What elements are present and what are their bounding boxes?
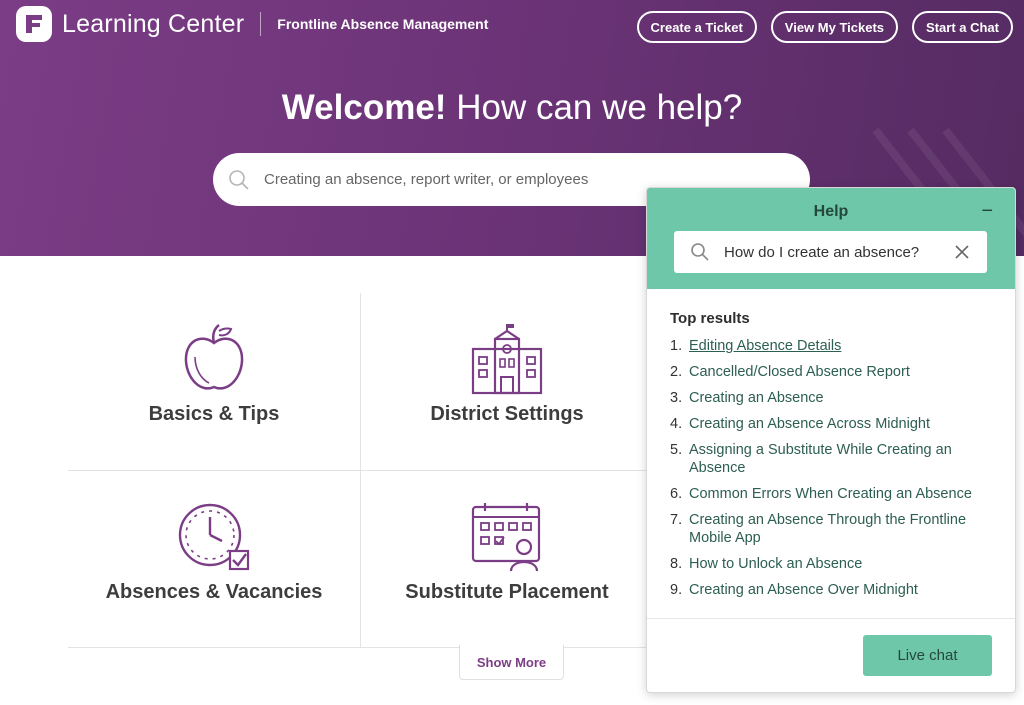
help-header: Help − How do I create an absence? — [647, 188, 1015, 289]
result-item[interactable]: 1. Editing Absence Details — [670, 337, 1005, 355]
result-link[interactable]: Creating an Absence Across Midnight — [689, 415, 1005, 433]
result-item[interactable]: 7. Creating an Absence Through the Front… — [670, 511, 1005, 547]
result-item[interactable]: 3. Creating an Absence — [670, 389, 1005, 407]
result-link[interactable]: Common Errors When Creating an Absence — [689, 485, 1005, 503]
apple-icon — [184, 324, 244, 390]
calendar-person-icon — [471, 503, 541, 572]
result-link[interactable]: How to Unlock an Absence — [689, 555, 1005, 573]
results-heading: Top results — [670, 310, 750, 327]
start-chat-button[interactable]: Start a Chat — [912, 11, 1013, 43]
result-link[interactable]: Creating an Absence Over Midnight — [689, 581, 1005, 599]
product-name: Frontline Absence Management — [277, 16, 489, 32]
search-placeholder: Creating an absence, report writer, or e… — [264, 171, 589, 188]
live-chat-button[interactable]: Live chat — [863, 635, 992, 676]
result-number: 1. — [670, 338, 683, 354]
create-ticket-button[interactable]: Create a Ticket — [636, 11, 757, 43]
header-actions: Create a Ticket View My Tickets Start a … — [636, 11, 1013, 43]
result-number: 5. — [670, 442, 683, 458]
school-building-icon — [471, 324, 543, 395]
clock-check-icon — [178, 503, 250, 571]
result-link[interactable]: Cancelled/Closed Absence Report — [689, 363, 1005, 381]
result-item[interactable]: 8. How to Unlock an Absence — [670, 555, 1005, 573]
help-title: Help — [813, 203, 849, 220]
brand-divider — [260, 12, 262, 36]
result-item[interactable]: 4. Creating an Absence Across Midnight — [670, 415, 1005, 433]
result-item[interactable]: 9. Creating an Absence Over Midnight — [670, 581, 1005, 599]
search-icon — [229, 169, 249, 190]
help-search-value: How do I create an absence? — [724, 243, 920, 261]
close-icon[interactable] — [955, 245, 969, 259]
result-number: 7. — [670, 512, 683, 528]
category-grid: Basics & Tips District Settings Absences… — [68, 293, 654, 648]
category-absences-vacancies[interactable]: Absences & Vacancies — [68, 471, 360, 648]
minimize-icon[interactable]: − — [981, 200, 993, 223]
help-footer-divider — [647, 618, 1015, 619]
help-search-input[interactable]: How do I create an absence? — [674, 231, 987, 273]
category-label: District Settings — [430, 403, 584, 425]
help-widget: Help − How do I create an absence? Top r… — [646, 187, 1016, 693]
welcome-bold: Welcome! — [281, 88, 447, 127]
result-item[interactable]: 5. Assigning a Substitute While Creating… — [670, 441, 1005, 477]
category-label: Basics & Tips — [148, 403, 280, 425]
result-link[interactable]: Editing Absence Details — [689, 337, 1005, 355]
category-substitute-placement[interactable]: Substitute Placement — [361, 471, 653, 648]
welcome-text: How can we help? — [456, 88, 743, 127]
show-more-button[interactable]: Show More — [459, 645, 564, 680]
result-link[interactable]: Creating an Absence Through the Frontlin… — [689, 511, 1005, 547]
results-list: 1. Editing Absence Details 2. Cancelled/… — [670, 337, 1005, 607]
result-number: 4. — [670, 416, 683, 432]
result-link[interactable]: Assigning a Substitute While Creating an… — [689, 441, 1005, 477]
result-item[interactable]: 2. Cancelled/Closed Absence Report — [670, 363, 1005, 381]
result-number: 6. — [670, 486, 683, 502]
result-number: 2. — [670, 364, 683, 380]
result-link[interactable]: Creating an Absence — [689, 389, 1005, 407]
result-number: 9. — [670, 582, 683, 598]
search-icon — [691, 243, 709, 261]
result-number: 8. — [670, 556, 683, 572]
brand-title: Learning Center — [62, 9, 245, 38]
category-label: Substitute Placement — [405, 581, 609, 603]
welcome-heading: Welcome! How can we help? — [0, 88, 1024, 128]
result-item[interactable]: 6. Common Errors When Creating an Absenc… — [670, 485, 1005, 503]
result-number: 3. — [670, 390, 683, 406]
frontline-logo-icon — [16, 6, 52, 42]
category-label: Absences & Vacancies — [105, 581, 323, 603]
view-my-tickets-button[interactable]: View My Tickets — [770, 11, 899, 43]
category-basics-tips[interactable]: Basics & Tips — [68, 293, 360, 470]
category-district-settings[interactable]: District Settings — [361, 293, 653, 470]
brand[interactable]: Learning Center Frontline Absence Manage… — [16, 6, 488, 42]
